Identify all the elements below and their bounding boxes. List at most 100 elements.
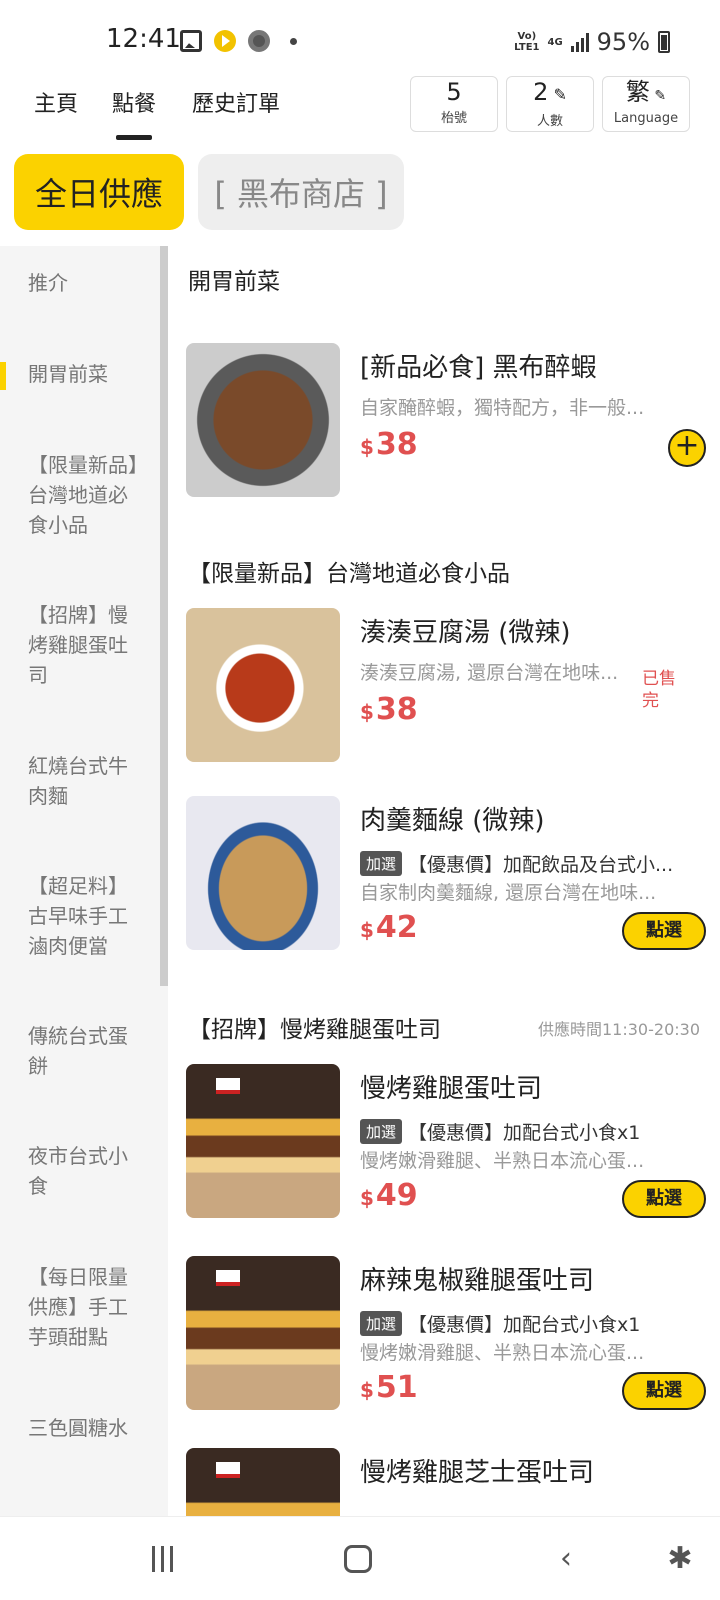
section-title-limited: 【限量新品】台灣地道必食小品 [188,561,510,587]
item-price: $49 [360,1178,418,1213]
add-item-button[interactable]: + [668,429,706,467]
table-number: 5 [446,78,462,106]
item-price: $42 [360,910,418,945]
table-number-box[interactable]: 5 枱號 [410,76,498,132]
item-description: 慢烤嫩滑雞腿、半熟日本流心蛋... [360,1342,645,1364]
tofu-soup-image [186,608,340,762]
home-icon[interactable] [344,1545,372,1573]
addon-tag: 加選 [360,851,403,876]
accessibility-icon[interactable]: ✱ [662,1541,698,1577]
drunken-shrimp-image [186,343,340,497]
menu-item[interactable]: 湊湊豆腐湯 (微辣) 湊湊豆腐湯, 還原台灣在地味... $38 已售完 [186,608,706,764]
currency-symbol: $ [360,435,374,459]
item-price: $38 [360,692,418,727]
menu-item[interactable]: 麻辣鬼椒雞腿蛋吐司 加選 【優惠價】加配台式小食x1 慢烤嫩滑雞腿、半熟日本流心… [186,1256,706,1412]
addon-text: 【優惠價】加配台式小食x1 [408,1122,641,1144]
flag-icon [216,1462,240,1478]
item-name: 慢烤雞腿蛋吐司 [360,1074,543,1104]
status-time: 12:41 [106,24,181,54]
select-item-button[interactable]: 點選 [622,912,706,950]
section-title-appetizers: 開胃前菜 [188,269,280,295]
menu-store-chip[interactable]: [ 黑布商店 ] [198,154,404,230]
item-description: 湊湊豆腐湯, 還原台灣在地味... [360,662,619,684]
item-addon: 加選 【優惠價】加配台式小食x1 [360,1310,690,1337]
menu-item[interactable]: [新品必食] 黑布醉蝦 自家醃醉蝦，獨特配方，非一般... $38 + [186,343,706,499]
item-addon: 加選 【優惠價】加配台式小食x1 [360,1118,690,1145]
people-count: 2 [533,78,549,106]
item-description: 自家醃醉蝦，獨特配方，非一般... [360,397,645,419]
sidebar-item-beef-noodle[interactable]: 紅燒台式牛肉麵 [28,751,146,811]
recent-apps-icon[interactable] [144,1541,180,1577]
price-value: 38 [375,427,418,462]
item-addon: 加選 【優惠價】加配飲品及台式小... [360,850,690,877]
menu-item[interactable]: 慢烤雞腿蛋吐司 加選 【優惠價】加配台式小食x1 慢烤嫩滑雞腿、半熟日本流心蛋.… [186,1064,706,1220]
price-value: 49 [375,1178,418,1213]
addon-tag: 加選 [360,1311,403,1336]
sidebar-item-night-market[interactable]: 夜市台式小食 [28,1141,146,1201]
sidebar-item-tangyuan[interactable]: 三色圓糖水 [28,1413,146,1443]
addon-text: 【優惠價】加配飲品及台式小... [408,854,674,876]
active-category-indicator [0,362,6,390]
battery-icon [658,31,670,53]
sidebar-item-limited[interactable]: 【限量新品】台灣地道必食小品 [28,450,146,540]
sidebar-scrollbar[interactable] [160,246,168,986]
back-icon[interactable]: ‹ [548,1541,584,1577]
item-name: 肉羹麵線 (微辣) [360,806,545,836]
addon-tag: 加選 [360,1119,403,1144]
menu-all-day-chip[interactable]: 全日供應 [14,154,184,230]
language-label: Language [613,111,679,126]
tab-order-history[interactable]: 歷史訂單 [192,86,280,118]
sidebar-item-taro-dessert[interactable]: 【每日限量供應】手工芋頭甜點 [28,1262,146,1352]
currency-symbol: $ [360,1378,374,1402]
item-name: 麻辣鬼椒雞腿蛋吐司 [360,1266,595,1296]
item-price: $38 [360,427,418,462]
item-description: 自家制肉羹麵線, 還原台灣在地味... [360,882,657,904]
price-value: 51 [375,1370,418,1405]
table-number-label: 枱號 [440,111,467,126]
photo-icon [180,30,202,52]
people-count-row: 2 ✎ [507,77,593,110]
sidebar-item-braised-pork[interactable]: 【超足料】古早味手工滷肉便當 [28,871,146,961]
status-icons-left [180,30,297,52]
notification-dot-icon [290,37,297,45]
top-nav: 主頁 點餐 歷史訂單 5 枱號 2 ✎ 人數 繁 ✎ Language [0,76,720,140]
item-name: 慢烤雞腿芝士蛋吐司 [360,1458,595,1488]
tab-home[interactable]: 主頁 [34,86,78,118]
volte-indicator: Vo) LTE1 [514,31,539,53]
toast-image [186,1448,340,1516]
signal-icon [570,32,589,52]
toast-image [186,1064,340,1218]
currency-symbol: $ [360,918,374,942]
item-price: $51 [360,1370,418,1405]
menu-item[interactable]: 肉羹麵線 (微辣) 加選 【優惠價】加配飲品及台式小... 自家制肉羹麵線, 還… [186,796,706,952]
people-count-box[interactable]: 2 ✎ 人數 [506,76,594,132]
tab-order[interactable]: 點餐 [112,86,156,118]
noodle-image [186,796,340,950]
language-box[interactable]: 繁 ✎ Language [602,76,690,132]
volte-label: Vo) [517,31,537,42]
people-count-label: 人數 [536,114,563,129]
sidebar-item-recommended[interactable]: 推介 [28,268,146,298]
price-value: 42 [375,910,418,945]
addon-text: 【優惠價】加配台式小食x1 [408,1314,641,1336]
pencil-icon: ✎ [649,88,667,104]
flag-icon [216,1270,240,1286]
menu-item[interactable]: 慢烤雞腿芝士蛋吐司 [186,1448,706,1516]
language-value: 繁 [625,78,650,106]
language-row: 繁 ✎ [603,77,689,111]
system-nav-bar: ‹ ✱ [0,1516,720,1600]
sold-out-label: 已售完 [642,669,676,711]
price-value: 38 [375,692,418,727]
currency-symbol: $ [360,1186,374,1210]
sidebar-item-egg-pancake[interactable]: 傳統台式蛋餅 [28,1021,146,1081]
select-item-button[interactable]: 點選 [622,1372,706,1410]
sidebar-item-signature-toast[interactable]: 【招牌】慢烤雞腿蛋吐司 [28,600,146,690]
network-type: 4G [547,36,563,48]
item-name: [新品必食] 黑布醉蝦 [360,353,597,383]
status-bar: 12:41 Vo) LTE1 4G 95% [0,0,720,80]
select-item-button[interactable]: 點選 [622,1180,706,1218]
pencil-icon: ✎ [548,85,567,104]
status-icons-right: Vo) LTE1 4G 95% [514,28,670,56]
chrome-icon [248,30,270,52]
sidebar-item-appetizers[interactable]: 開胃前菜 [28,359,146,389]
